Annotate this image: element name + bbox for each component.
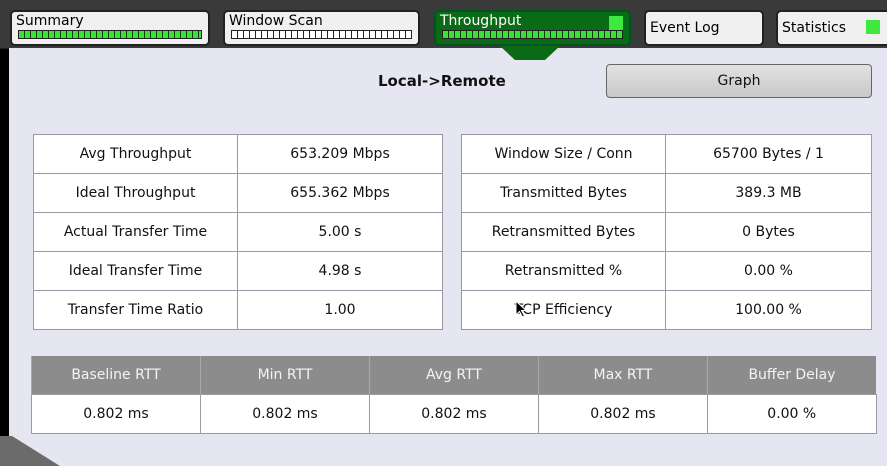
- metric-value: 389.3 MB: [665, 173, 872, 213]
- column-header: Baseline RTT: [31, 356, 201, 395]
- metric-value: 100.00 %: [665, 290, 872, 330]
- rtt-value: 0.802 ms: [31, 394, 201, 434]
- rtt-value: 0.00 %: [707, 394, 877, 434]
- metric-label: Avg Throughput: [33, 134, 238, 174]
- column-header: Max RTT: [538, 356, 708, 395]
- metric-value: 655.362 Mbps: [237, 173, 443, 213]
- metric-label: Actual Transfer Time: [33, 212, 238, 252]
- tab-summary-status-bar: [18, 30, 202, 39]
- tab-throughput-status-bar: [442, 30, 623, 39]
- tab-window-scan[interactable]: Window Scan: [223, 10, 420, 46]
- table-row: Transmitted Bytes 389.3 MB: [461, 173, 872, 213]
- tab-summary[interactable]: Summary: [10, 10, 210, 46]
- metric-label: Ideal Transfer Time: [33, 251, 238, 291]
- metric-label: Window Size / Conn: [461, 134, 666, 174]
- tab-throughput-label: Throughput: [440, 13, 522, 29]
- table-row: Avg Throughput 653.209 Mbps: [33, 134, 443, 174]
- metric-label: Ideal Throughput: [33, 173, 238, 213]
- rtt-value: 0.802 ms: [200, 394, 370, 434]
- metric-label: Retransmitted Bytes: [461, 212, 666, 252]
- tab-bar: Summary Window Scan Throughput Event Log…: [0, 0, 887, 49]
- tab-window-scan-label: Window Scan: [229, 13, 323, 29]
- metric-label: Transfer Time Ratio: [33, 290, 238, 330]
- metric-label: Retransmitted %: [461, 251, 666, 291]
- metric-value: 0 Bytes: [665, 212, 872, 252]
- rtt-table: Baseline RTT Min RTT Avg RTT Max RTT Buf…: [31, 356, 877, 434]
- tab-summary-label: Summary: [16, 13, 84, 29]
- metric-value: 653.209 Mbps: [237, 134, 443, 174]
- tab-statistics-label: Statistics: [782, 20, 846, 36]
- table-row: Retransmitted Bytes 0 Bytes: [461, 212, 872, 252]
- rtt-value: 0.802 ms: [369, 394, 539, 434]
- table-row: Retransmitted % 0.00 %: [461, 251, 872, 291]
- graph-button[interactable]: Graph: [606, 64, 872, 98]
- tab-statistics[interactable]: Statistics: [776, 10, 887, 46]
- statistics-status-indicator: [866, 20, 880, 34]
- app-window: Summary Window Scan Throughput Event Log…: [0, 0, 887, 466]
- rtt-value-row: 0.802 ms 0.802 ms 0.802 ms 0.802 ms 0.00…: [31, 394, 877, 434]
- column-header: Buffer Delay: [707, 356, 876, 395]
- metric-value: 5.00 s: [237, 212, 443, 252]
- tab-event-log[interactable]: Event Log: [644, 10, 764, 46]
- tab-window-scan-status-bar: [231, 30, 412, 39]
- metric-label: TCP Efficiency: [461, 290, 666, 330]
- mouse-pointer-icon: [515, 300, 528, 318]
- column-header: Min RTT: [200, 356, 370, 395]
- metric-value: 65700 Bytes / 1: [665, 134, 872, 174]
- throughput-results-table: Avg Throughput 653.209 Mbps Ideal Through…: [33, 134, 443, 330]
- metric-value: 0.00 %: [665, 251, 872, 291]
- metric-value: 4.98 s: [237, 251, 443, 291]
- table-row: Window Size / Conn 65700 Bytes / 1: [461, 134, 872, 174]
- table-row: Actual Transfer Time 5.00 s: [33, 212, 443, 252]
- metric-label: Transmitted Bytes: [461, 173, 666, 213]
- table-row: Ideal Transfer Time 4.98 s: [33, 251, 443, 291]
- column-header: Avg RTT: [369, 356, 539, 395]
- tab-throughput[interactable]: Throughput: [434, 10, 631, 46]
- table-row: Transfer Time Ratio 1.00: [33, 290, 443, 330]
- direction-heading: Local->Remote: [378, 72, 506, 90]
- metric-value: 1.00: [237, 290, 443, 330]
- table-row: Ideal Throughput 655.362 Mbps: [33, 173, 443, 213]
- tab-event-log-label: Event Log: [650, 20, 720, 36]
- throughput-status-indicator: [609, 16, 623, 30]
- rtt-header-row: Baseline RTT Min RTT Avg RTT Max RTT Buf…: [31, 356, 876, 395]
- rtt-value: 0.802 ms: [538, 394, 708, 434]
